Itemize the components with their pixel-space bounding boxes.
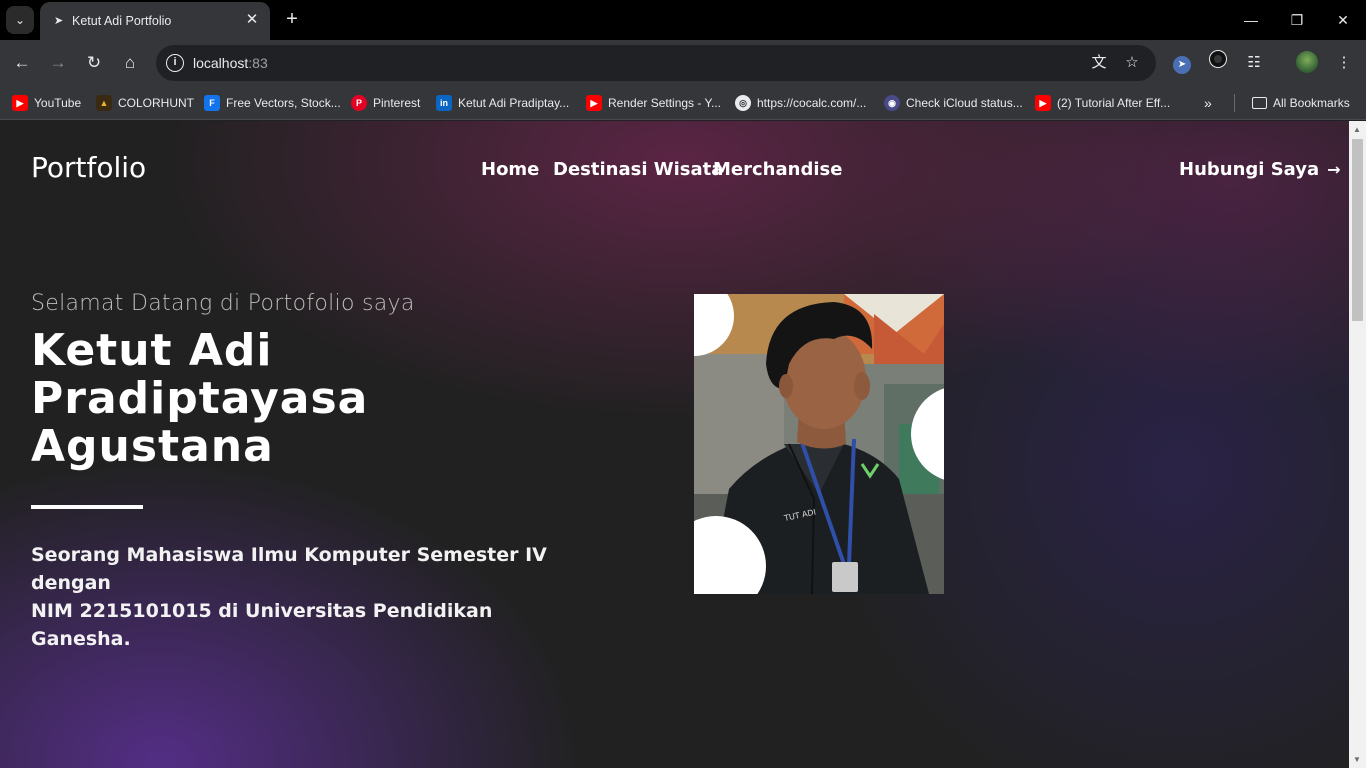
site-brand[interactable]: Portfolio: [31, 151, 146, 184]
bookmarks-bar: ▶ YouTube ▲ COLORHUNT F Free Vectors, Stock…: [0, 86, 1366, 120]
kebab-menu-icon[interactable]: ⋮: [1332, 51, 1356, 75]
bookmark-item[interactable]: ◎ https://cocalc.com/...: [735, 93, 866, 113]
url-text: localhost:83: [193, 55, 268, 71]
tab-bar: ⌄ ➤ Ketut Adi Portfolio ✕ + — ❐ ✕: [0, 0, 1366, 40]
nav-home[interactable]: Home: [481, 159, 539, 180]
site-info-icon[interactable]: i: [166, 54, 184, 72]
tab-search-button[interactable]: ⌄: [6, 6, 34, 34]
close-tab-icon[interactable]: ✕: [242, 10, 262, 30]
youtube-icon: ▶: [12, 95, 28, 111]
contact-link[interactable]: Hubungi Saya →: [1179, 159, 1341, 180]
colorhunt-icon: ▲: [96, 95, 112, 111]
scroll-thumb[interactable]: [1352, 139, 1363, 321]
arrow-right-icon: →: [1327, 160, 1341, 179]
new-tab-button[interactable]: +: [280, 8, 304, 32]
bookmark-item[interactable]: P Pinterest: [351, 93, 420, 113]
freepik-icon: F: [204, 95, 220, 111]
extensions-puzzle-icon[interactable]: ☷: [1242, 51, 1266, 75]
bookmark-item[interactable]: ◉ Check iCloud status...: [884, 93, 1023, 113]
hero-description: Seorang Mahasiswa Ilmu Komputer Semester…: [31, 541, 571, 653]
tab-favicon-icon: ➤: [54, 15, 64, 27]
contact-label: Hubungi Saya: [1179, 159, 1320, 180]
bookmark-item[interactable]: ▲ COLORHUNT: [96, 93, 194, 113]
bookmark-item[interactable]: ▶ YouTube: [12, 93, 81, 113]
bookmark-item[interactable]: ▶ Render Settings - Y...: [586, 93, 721, 113]
description-line: NIM 2215101015 di Universitas Pendidikan…: [31, 600, 493, 650]
address-bar[interactable]: i localhost:83 文 ☆: [156, 45, 1156, 81]
bookmark-item[interactable]: in Ketut Adi Pradiptay...: [436, 93, 569, 113]
bookmark-star-icon[interactable]: ☆: [1122, 53, 1142, 73]
globe-icon: ◎: [735, 95, 751, 111]
close-window-button[interactable]: ✕: [1328, 8, 1358, 32]
hero-divider: [31, 505, 143, 509]
extension-cursor-icon[interactable]: ➤: [1170, 51, 1194, 75]
page-scrollbar[interactable]: ▲ ▼: [1349, 121, 1366, 768]
lock-icon: ◉: [884, 95, 900, 111]
home-button[interactable]: ⌂: [116, 49, 144, 77]
youtube-icon: ▶: [1035, 95, 1051, 111]
more-bookmarks-icon[interactable]: »: [1204, 93, 1212, 113]
youtube-icon: ▶: [586, 95, 602, 111]
description-line: Seorang Mahasiswa Ilmu Komputer Semester…: [31, 544, 547, 594]
tab-title: Ketut Adi Portfolio: [72, 14, 172, 28]
chevron-down-icon: ⌄: [14, 13, 26, 27]
scroll-up-icon[interactable]: ▲: [1353, 125, 1361, 134]
hero-name: Ketut Adi Pradiptayasa Agustana: [31, 327, 591, 471]
nav-destinasi-wisata[interactable]: Destinasi Wisata: [553, 159, 723, 180]
welcome-subtitle: Selamat Datang di Portofolio saya: [31, 291, 415, 316]
profile-avatar[interactable]: [1295, 51, 1319, 75]
all-bookmarks-button[interactable]: All Bookmarks: [1252, 93, 1350, 113]
translate-icon[interactable]: 文: [1089, 53, 1109, 73]
extension-circle-icon[interactable]: [1206, 51, 1230, 75]
reload-button[interactable]: ↻: [80, 49, 108, 77]
profile-photo: TUT ADI: [694, 294, 944, 594]
restore-button[interactable]: ❐: [1282, 8, 1312, 32]
bookmark-item[interactable]: ▶ (2) Tutorial After Eff...: [1035, 93, 1170, 113]
hero-name-line: Ketut Adi: [31, 325, 273, 376]
active-tab[interactable]: ➤ Ketut Adi Portfolio ✕: [40, 2, 270, 40]
bookmark-item[interactable]: F Free Vectors, Stock...: [204, 93, 341, 113]
linkedin-icon: in: [436, 95, 452, 111]
minimize-button[interactable]: —: [1236, 8, 1266, 32]
scroll-down-icon[interactable]: ▼: [1353, 755, 1361, 764]
browser-toolbar: ← → ↻ ⌂ i localhost:83 文 ☆ ➤ ☷ ⋮: [0, 40, 1366, 86]
nav-merchandise[interactable]: Merchandise: [713, 159, 842, 180]
hero-name-line: Agustana: [31, 421, 274, 472]
page-viewport: Portfolio Home Destinasi Wisata Merchand…: [0, 121, 1349, 768]
bookmark-separator: [1234, 94, 1235, 112]
folder-icon: [1252, 97, 1267, 109]
forward-button[interactable]: →: [44, 49, 72, 77]
hero-name-line: Pradiptayasa: [31, 373, 369, 424]
pinterest-icon: P: [351, 95, 367, 111]
back-button[interactable]: ←: [8, 49, 36, 77]
